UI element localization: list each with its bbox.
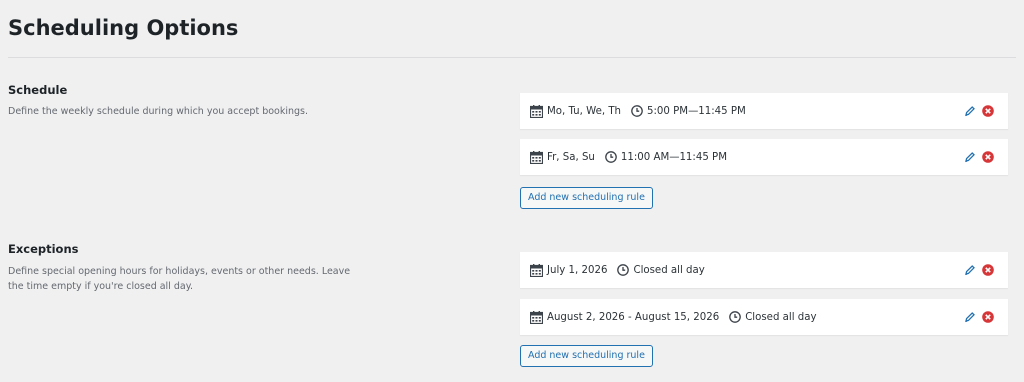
delete-circle-icon[interactable] xyxy=(982,264,994,276)
rule-time: 11:00 AM—11:45 PM xyxy=(620,151,727,163)
clock-icon xyxy=(605,151,617,163)
rule-days: Fr, Sa, Su xyxy=(547,151,595,163)
clock-icon xyxy=(729,311,742,323)
rule-time: 5:00 PM—11:45 PM xyxy=(647,105,746,117)
exception-rule: July 1, 2026 Closed all day xyxy=(520,252,1008,288)
pencil-icon[interactable] xyxy=(964,311,976,323)
rule-actions xyxy=(964,151,994,163)
delete-circle-icon[interactable] xyxy=(982,151,994,163)
rule-days: Mo, Tu, We, Th xyxy=(547,105,622,117)
exceptions-section-description: Define special opening hours for holiday… xyxy=(8,266,351,292)
title-divider xyxy=(8,57,1016,58)
calendar-icon xyxy=(530,104,543,118)
schedule-section-title: Schedule xyxy=(8,83,68,97)
pencil-icon[interactable] xyxy=(964,264,976,276)
calendar-icon xyxy=(530,150,543,164)
schedule-rule: Fr, Sa, Su 11:00 AM—11:45 PM xyxy=(520,139,1008,175)
calendar-icon xyxy=(530,263,543,277)
add-schedule-rule-button[interactable]: Add new scheduling rule xyxy=(520,187,653,209)
exception-time: Closed all day xyxy=(633,264,705,276)
schedule-rule: Mo, Tu, We, Th 5:00 PM—11:45 PM xyxy=(520,93,1008,129)
schedule-section-description: Define the weekly schedule during which … xyxy=(8,106,309,117)
add-exception-rule-button[interactable]: Add new scheduling rule xyxy=(520,345,653,367)
clock-icon xyxy=(631,105,643,117)
clock-icon xyxy=(617,264,630,276)
rule-actions xyxy=(964,105,994,117)
exception-time: Closed all day xyxy=(745,311,817,323)
rule-actions xyxy=(964,264,994,276)
exceptions-section-title: Exceptions xyxy=(8,242,79,256)
delete-circle-icon[interactable] xyxy=(982,311,994,323)
rule-actions xyxy=(964,311,994,323)
page-title: Scheduling Options xyxy=(8,16,239,40)
pencil-icon[interactable] xyxy=(964,105,976,117)
exception-date: July 1, 2026 xyxy=(547,264,608,276)
exception-rule: August 2, 2026 - August 15, 2026 Closed … xyxy=(520,299,1008,335)
delete-circle-icon[interactable] xyxy=(982,105,994,117)
pencil-icon[interactable] xyxy=(964,151,976,163)
exception-date: August 2, 2026 - August 15, 2026 xyxy=(547,311,720,323)
calendar-icon xyxy=(530,310,543,324)
